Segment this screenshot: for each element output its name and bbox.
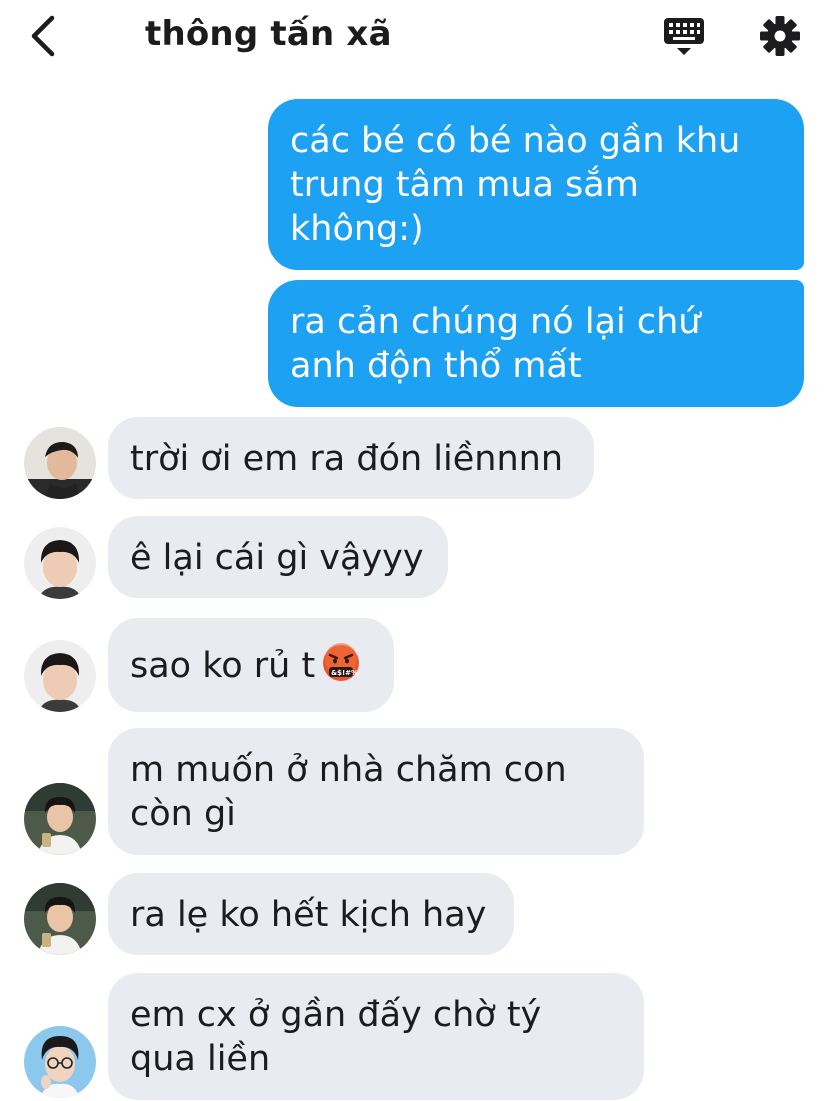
outgoing-message[interactable]: ra cản chúng nó lại chứ anh độn thổ mất	[268, 280, 804, 407]
message-text: sao ko rủ t	[130, 646, 316, 686]
avatar[interactable]	[24, 783, 96, 855]
message-text: qua liền	[130, 1039, 271, 1079]
avatar[interactable]	[24, 427, 96, 499]
avatar[interactable]	[24, 883, 96, 955]
message-line: sao ko rủ t &$!#%	[130, 643, 372, 688]
incoming-message[interactable]: m muốn ở nhà chăm con còn gì	[108, 728, 644, 855]
message-text: ê lại cái gì vậyyy	[130, 538, 424, 578]
avatar[interactable]	[24, 527, 96, 599]
message-text: còn gì	[130, 794, 236, 834]
settings-button[interactable]	[756, 12, 804, 60]
incoming-message[interactable]: ra lẹ ko hết kịch hay	[108, 873, 514, 955]
incoming-message[interactable]: em cx ở gần đấy chờ tý qua liền	[108, 973, 644, 1100]
svg-text:&$!#%: &$!#%	[331, 669, 358, 677]
outgoing-message[interactable]: các bé có bé nào gần khu trung tâm mua s…	[268, 99, 804, 270]
incoming-message[interactable]: trời ơi em ra đón liềnnnn	[108, 417, 594, 499]
keyboard-button[interactable]	[660, 12, 708, 60]
message-text: m muốn ở nhà chăm con	[130, 750, 567, 790]
keyboard-icon	[664, 18, 704, 55]
back-button[interactable]	[22, 10, 70, 62]
message-text: các bé có bé nào gần khu	[290, 121, 741, 161]
message-text: em cx ở gần đấy chờ tý	[130, 995, 542, 1035]
message-text: anh độn thổ mất	[290, 346, 582, 386]
message-text: ra cản chúng nó lại chứ	[290, 302, 701, 342]
message-text: ra lẹ ko hết kịch hay	[130, 895, 487, 935]
incoming-message[interactable]: sao ko rủ t &$!#%	[108, 618, 394, 712]
message-text: không:)	[290, 209, 424, 249]
avatar[interactable]	[24, 640, 96, 712]
face-with-symbols-on-mouth-emoji: &$!#%	[323, 643, 360, 681]
message-text: trung tâm mua sắm	[290, 165, 639, 205]
gear-icon	[760, 16, 800, 56]
avatar[interactable]	[24, 1026, 96, 1098]
chevron-left-icon	[31, 15, 55, 57]
incoming-message[interactable]: ê lại cái gì vậyyy	[108, 516, 448, 598]
conversation-title: thông tấn xã	[145, 14, 392, 54]
chat-header: thông tấn xã	[0, 0, 828, 76]
message-text: trời ơi em ra đón liềnnnn	[130, 439, 564, 479]
